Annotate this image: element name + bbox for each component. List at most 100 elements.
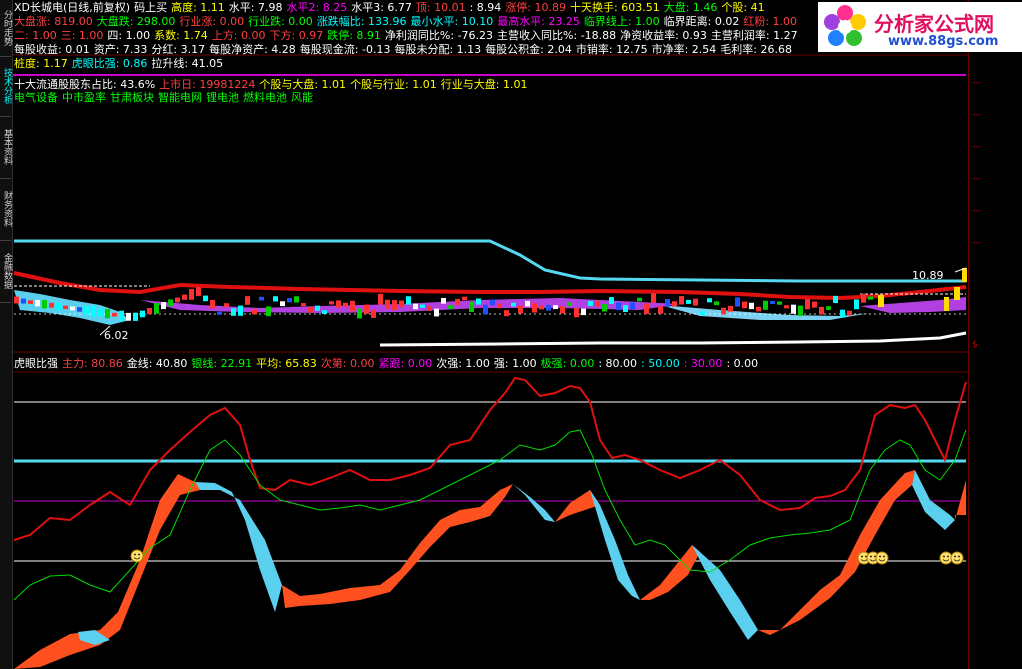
candlestick: [861, 293, 866, 303]
purple-band-right: [860, 297, 966, 313]
candlestick: [154, 303, 159, 314]
candlestick: [686, 299, 691, 304]
candlestick: [833, 295, 838, 304]
info-row-7: 电气设备 中市盈率 甘肃板块 智能电网 锂电池 燃料电池 风能: [14, 91, 317, 104]
candlestick: [161, 302, 166, 310]
info-field: 上市日: 19981224: [159, 78, 256, 91]
candlestick: [238, 305, 243, 316]
tab-basic-info[interactable]: 基本资料: [0, 116, 12, 179]
price-high-label: 10.89: [912, 269, 944, 282]
tab-technical-analysis[interactable]: 技术分析: [0, 56, 12, 117]
candlestick: [434, 308, 439, 317]
candlestick: [567, 302, 572, 306]
info-field: 分红: 3.17: [151, 43, 206, 56]
candlestick: [707, 298, 712, 303]
candlestick: [385, 299, 390, 309]
candlestick: [791, 304, 796, 314]
candlestick: [126, 312, 131, 321]
info-field: 涨跌幅比: 133.96: [316, 15, 407, 28]
candlestick: [203, 295, 208, 302]
info-field: 每股现金流: -0.13: [299, 43, 391, 56]
candlestick: [840, 309, 845, 318]
info-field: 虎眼比强: 0.86: [71, 57, 148, 70]
candlestick: [623, 305, 628, 313]
candlestick: [70, 306, 75, 311]
candlestick: [14, 296, 19, 304]
info-field: 四: 1.00: [107, 29, 151, 42]
axis-tick: —: [972, 110, 981, 120]
candlestick: [266, 306, 271, 317]
flower-icon: [824, 5, 866, 46]
candlestick: [420, 304, 425, 308]
info-field: 平均: 65.83: [256, 357, 317, 370]
tab-finance-info[interactable]: 财务资料: [0, 178, 12, 241]
candlestick: [301, 303, 306, 307]
info-field: 上方: 0.00: [211, 29, 266, 42]
candlestick: [756, 306, 761, 312]
candlestick: [504, 310, 509, 317]
candlestick: [224, 303, 229, 307]
info-field: XD长城电(日线,前复权): [14, 1, 131, 14]
info-field: 极强: 0.00: [540, 357, 595, 370]
candlestick: [196, 287, 201, 297]
candlestick: [371, 309, 376, 318]
axis-tick: —: [972, 142, 981, 152]
info-field: 次第: 0.00: [320, 357, 375, 370]
candlestick: [427, 306, 432, 311]
candlestick: [679, 296, 684, 305]
candlestick: [392, 300, 397, 311]
candlestick: [518, 305, 523, 314]
candlestick: [42, 300, 47, 309]
info-field: 中市盈率: [62, 91, 106, 104]
info-field: 主力: 80.86: [62, 357, 123, 370]
tab-timeshare[interactable]: 分时走势: [0, 0, 12, 57]
candlestick: [413, 303, 418, 310]
candlestick: [476, 298, 481, 305]
candlestick: [714, 301, 719, 306]
candlestick: [693, 298, 698, 306]
candlestick: [189, 289, 194, 300]
candlestick: [182, 294, 187, 300]
logo-url: www.88gs.com: [888, 34, 999, 49]
price-low-label: 6.02: [104, 329, 129, 342]
smiley-icon: [875, 551, 889, 565]
candlestick: [637, 297, 642, 302]
candlestick: [490, 299, 495, 306]
info-field: 强: 1.00: [493, 357, 537, 370]
candlestick: [378, 293, 383, 305]
info-field: 市净率: 2.54: [651, 43, 717, 56]
info-field: : 0.00: [726, 357, 759, 370]
candlestick: [399, 300, 404, 308]
info-field: 毛利率: 26.68: [720, 43, 792, 56]
candlestick: [672, 301, 677, 307]
info-field: 锂电池: [206, 91, 239, 104]
candlestick: [294, 296, 299, 303]
info-field: 系数: 1.74: [154, 29, 208, 42]
yellow-volume-bar: [962, 268, 967, 282]
smiley-icon: [939, 551, 953, 565]
candlestick: [721, 307, 726, 315]
site-logo[interactable]: 分析家公式网 www.88gs.com: [818, 2, 1022, 52]
smiley-icon: [950, 551, 964, 565]
candlestick: [812, 301, 817, 308]
white-bottom-line: [379, 331, 967, 347]
info-field: 三: 1.00: [60, 29, 104, 42]
tab-financial-data[interactable]: 金融数据: [0, 240, 12, 303]
info-row-6: 十大流通股股东占比: 43.6% 上市日: 19981224 个股与大盘: 1.01…: [14, 78, 531, 91]
info-field: 行业涨: 0.00: [179, 15, 245, 28]
candlestick: [602, 304, 607, 312]
info-field: 水平3: 6.77: [351, 1, 412, 14]
info-field: 资产: 7.33: [93, 43, 148, 56]
candlestick: [252, 309, 257, 315]
yellow-volume-bar: [954, 287, 960, 300]
red-trend-line: [13, 271, 967, 301]
info-field: 每股公积金: 2.04: [485, 43, 572, 56]
indicator-legend: 虎眼比强 主力: 80.86 金线: 40.80 银线: 22.91 平均: 65.83…: [14, 357, 762, 370]
info-row-1: XD长城电(日线,前复权) 码上买 高度: 1.11 水平: 7.98 水平2: 8.2…: [14, 1, 769, 14]
candlestick: [553, 305, 558, 310]
smiley-icon: [130, 549, 144, 563]
candlestick: [336, 300, 341, 308]
candlestick: [770, 301, 775, 305]
candlestick: [700, 311, 705, 315]
candlestick: [784, 305, 789, 309]
